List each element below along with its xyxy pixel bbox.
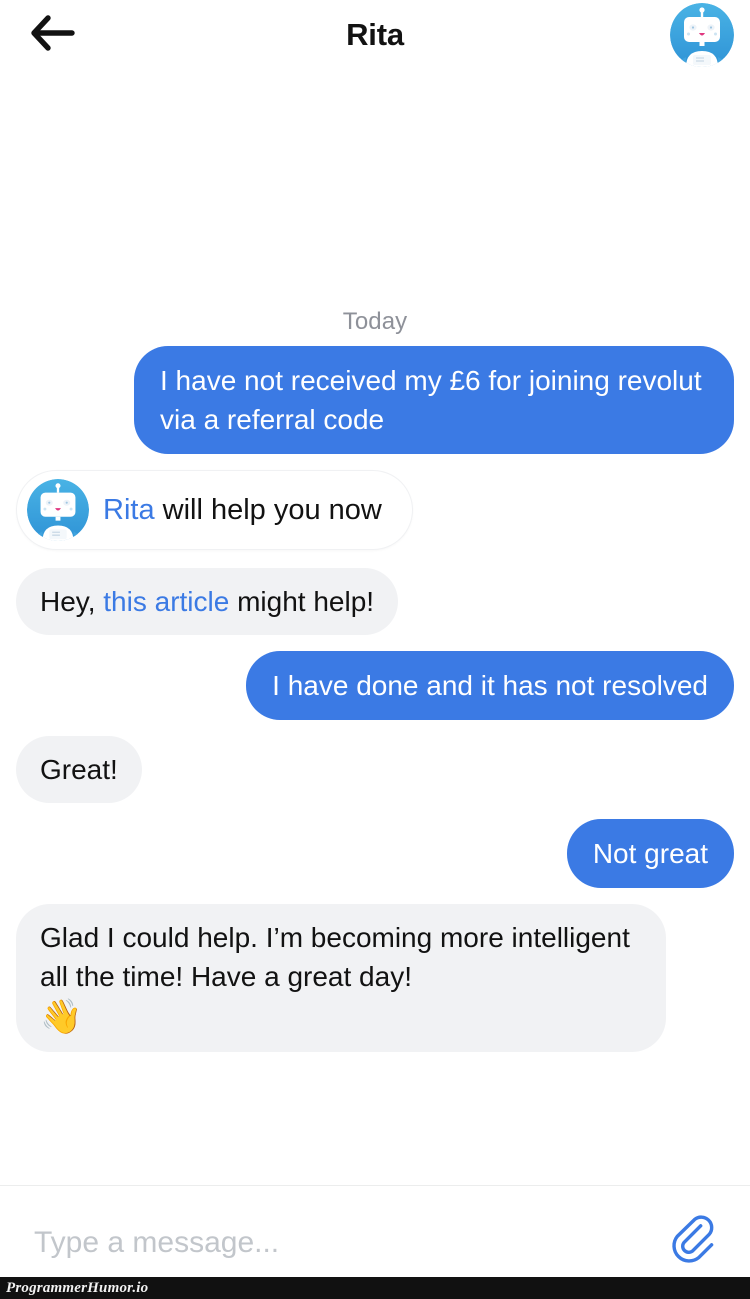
- message-bubble-incoming[interactable]: Glad I could help. I’m becoming more int…: [16, 904, 666, 1052]
- message-bubble-outgoing[interactable]: I have done and it has not resolved: [246, 651, 734, 720]
- message-bubble-outgoing[interactable]: Not great: [566, 819, 734, 888]
- system-notice-suffix: will help you now: [154, 494, 382, 526]
- message-row: I have not received my £6 for joining re…: [16, 346, 734, 454]
- system-notice-text: Rita will help you now: [103, 493, 382, 527]
- watermark-bar: ProgrammerHumor.io: [0, 1277, 750, 1299]
- chat-screen: Rita Today I have not received my £6 for…: [0, 0, 750, 1299]
- message-text-after: might help!: [229, 586, 375, 617]
- message-text: Glad I could help. I’m becoming more int…: [40, 922, 630, 992]
- message-text-before: Hey,: [40, 586, 104, 617]
- robot-avatar-icon: [670, 3, 734, 67]
- message-list[interactable]: Today I have not received my £6 for join…: [0, 70, 750, 1185]
- attach-button[interactable]: [662, 1211, 726, 1275]
- message-row: Rita will help you now: [16, 470, 734, 550]
- app-header: Rita: [0, 0, 750, 70]
- agent-name: Rita: [103, 494, 155, 526]
- message-row: I have done and it has not resolved: [16, 651, 734, 720]
- page-title: Rita: [346, 17, 404, 52]
- message-input[interactable]: [34, 1225, 662, 1260]
- article-link[interactable]: this article: [103, 586, 229, 617]
- message-row: Hey, this article might help!: [16, 568, 734, 635]
- message-row: Great!: [16, 736, 734, 803]
- message-bubble-outgoing[interactable]: I have not received my £6 for joining re…: [134, 346, 734, 454]
- date-separator: Today: [342, 308, 408, 335]
- message-row: Not great: [16, 819, 734, 888]
- back-arrow-icon: [30, 15, 76, 51]
- robot-avatar-icon: [27, 479, 89, 541]
- waving-hand-emoji: 👋: [40, 998, 83, 1036]
- message-bubble-incoming[interactable]: Great!: [16, 736, 142, 803]
- system-notice: Rita will help you now: [16, 470, 413, 550]
- watermark-text: ProgrammerHumor.io: [6, 1279, 149, 1296]
- message-row: Glad I could help. I’m becoming more int…: [16, 904, 734, 1052]
- paperclip-icon: [668, 1214, 720, 1271]
- message-bubble-incoming[interactable]: Hey, this article might help!: [16, 568, 399, 635]
- avatar[interactable]: [670, 3, 734, 67]
- back-button[interactable]: [22, 8, 84, 58]
